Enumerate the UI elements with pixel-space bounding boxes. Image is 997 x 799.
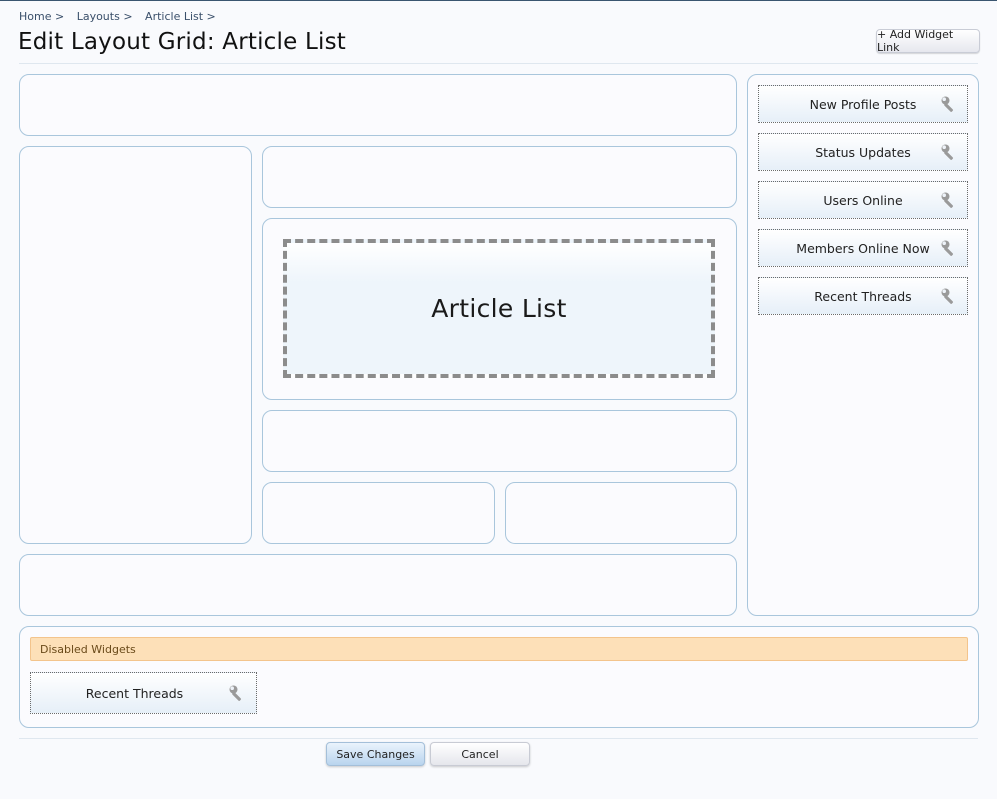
wrench-icon[interactable] xyxy=(228,684,246,702)
add-widget-link-button[interactable]: + Add Widget Link xyxy=(876,28,980,54)
breadcrumb-layouts[interactable]: Layouts > xyxy=(77,10,133,23)
position-bottom-right-cell[interactable] xyxy=(505,482,737,544)
widget-label: New Profile Posts xyxy=(809,96,917,112)
wrench-icon[interactable] xyxy=(940,95,958,113)
position-bottom-left-cell[interactable] xyxy=(262,482,495,544)
main-content-placeholder: Article List xyxy=(283,239,715,378)
save-changes-button[interactable]: Save Changes xyxy=(326,742,425,766)
sidebar-widget-users-online[interactable]: Users Online xyxy=(758,181,968,219)
breadcrumb: Home > Layouts > Article List > xyxy=(19,10,225,23)
widget-label: Recent Threads xyxy=(814,288,912,304)
sidebar-widget-new-profile-posts[interactable]: New Profile Posts xyxy=(758,85,968,123)
sidebar-widget-members-online-now[interactable]: Members Online Now xyxy=(758,229,968,267)
widget-label: Status Updates xyxy=(815,144,911,160)
sidebar-widget-status-updates[interactable]: Status Updates xyxy=(758,133,968,171)
position-top-cell[interactable] xyxy=(19,74,737,136)
cancel-button[interactable]: Cancel xyxy=(430,742,530,766)
main-content-label: Article List xyxy=(431,294,567,323)
breadcrumb-article-list[interactable]: Article List > xyxy=(145,10,216,23)
position-main-content-cell[interactable]: Article List xyxy=(262,218,737,400)
wrench-icon[interactable] xyxy=(940,191,958,209)
breadcrumb-home[interactable]: Home > xyxy=(19,10,64,23)
page-title: Edit Layout Grid: Article List xyxy=(18,29,346,55)
position-footer-cell[interactable] xyxy=(19,554,737,616)
footer-divider xyxy=(19,738,978,739)
title-divider xyxy=(19,63,978,64)
disabled-widget-recent-threads[interactable]: Recent Threads xyxy=(30,672,257,714)
widget-label: Recent Threads xyxy=(85,685,184,701)
wrench-icon[interactable] xyxy=(940,143,958,161)
position-above-content-cell[interactable] xyxy=(262,146,737,208)
widget-label: Users Online xyxy=(823,192,903,208)
disabled-widgets-header: Disabled Widgets xyxy=(30,637,968,661)
sidebar-widget-recent-threads[interactable]: Recent Threads xyxy=(758,277,968,315)
wrench-icon[interactable] xyxy=(940,287,958,305)
widget-label: Members Online Now xyxy=(796,240,930,256)
wrench-icon[interactable] xyxy=(940,239,958,257)
position-left-column-cell[interactable] xyxy=(19,146,252,544)
position-below-content-cell[interactable] xyxy=(262,410,737,472)
disabled-widgets-title: Disabled Widgets xyxy=(40,642,136,656)
